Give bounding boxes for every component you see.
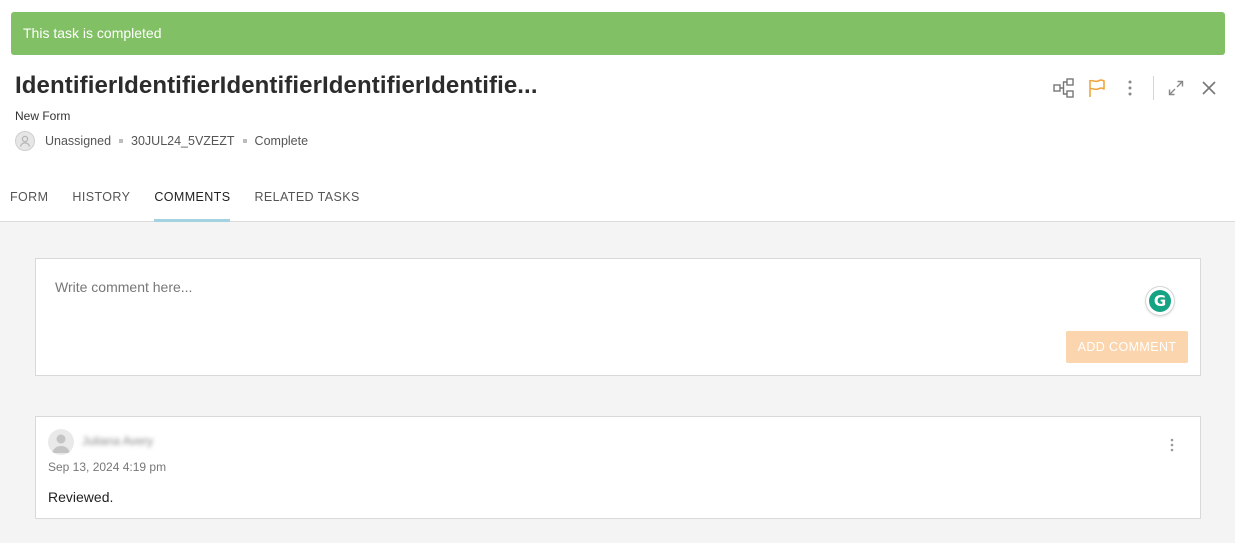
assignee-label[interactable]: Unassigned: [45, 134, 111, 148]
task-status: Complete: [254, 134, 309, 148]
actions-divider: [1153, 76, 1154, 100]
close-icon[interactable]: [1197, 76, 1221, 100]
more-vertical-icon[interactable]: [1164, 435, 1180, 455]
grammarly-glyph: G: [1149, 290, 1171, 312]
header-actions: [1052, 76, 1221, 100]
comment-item: Juliana Avery Sep 13, 2024 4:19 pm Revie…: [35, 416, 1201, 519]
comment-timestamp: Sep 13, 2024 4:19 pm: [48, 460, 167, 474]
more-vertical-icon[interactable]: [1118, 76, 1142, 100]
assignee-avatar-icon[interactable]: [15, 131, 35, 151]
avatar: [48, 429, 74, 455]
form-name: New Form: [15, 109, 71, 123]
task-title: IdentifierIdentifierIdentifierIdentifier…: [15, 72, 538, 99]
task-meta: Unassigned 30JUL24_5VZEZT Complete: [15, 131, 308, 151]
task-id: 30JUL24_5VZEZT: [131, 134, 235, 148]
add-comment-button[interactable]: ADD COMMENT: [1066, 331, 1188, 363]
tab-comments[interactable]: COMMENTS: [154, 180, 231, 223]
comments-panel: G ADD COMMENT Juliana Avery Sep 13, 2024…: [0, 222, 1235, 543]
expand-icon[interactable]: [1164, 76, 1188, 100]
comment-author: Juliana Avery: [82, 434, 154, 448]
workflow-icon[interactable]: [1052, 76, 1076, 100]
task-tabs: FORM HISTORY COMMENTS RELATED TASKS: [0, 180, 1235, 223]
tab-related-tasks[interactable]: RELATED TASKS: [254, 180, 359, 222]
flag-icon[interactable]: [1085, 76, 1109, 100]
tab-history[interactable]: HISTORY: [72, 180, 130, 222]
grammarly-icon[interactable]: G: [1146, 287, 1174, 315]
comment-input[interactable]: [55, 279, 1115, 295]
comment-text: Reviewed.: [48, 489, 114, 505]
comment-composer: G ADD COMMENT: [35, 258, 1201, 376]
task-completed-banner: This task is completed: [11, 12, 1225, 55]
separator-dot: [242, 139, 247, 143]
separator-dot: [119, 139, 124, 143]
tab-form[interactable]: FORM: [10, 180, 48, 222]
